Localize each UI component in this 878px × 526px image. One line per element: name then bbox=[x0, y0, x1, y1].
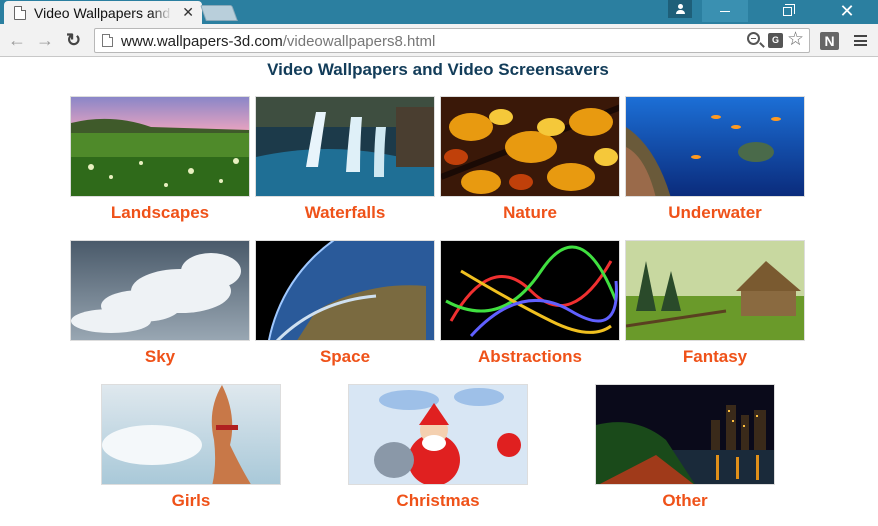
category-tile-waterfalls[interactable]: Waterfalls bbox=[255, 96, 435, 223]
category-link-space[interactable]: Space bbox=[255, 347, 435, 367]
url-host: www.wallpapers-3d.com bbox=[121, 33, 283, 50]
tab-title: Video Wallpapers and Video Screensavers bbox=[34, 4, 172, 21]
browser-toolbar: ← → ↻ www.wallpapers-3d.com/videowallpap… bbox=[0, 24, 878, 57]
restore-button[interactable] bbox=[764, 0, 810, 22]
category-tile-fantasy[interactable]: Fantasy bbox=[625, 240, 805, 367]
abstractions-thumbnail[interactable] bbox=[440, 240, 620, 341]
address-bar[interactable]: www.wallpapers-3d.com/videowallpapers8.h… bbox=[94, 28, 810, 53]
title-bar: Video Wallpapers and Video Screensavers … bbox=[0, 0, 878, 24]
category-link-abstractions[interactable]: Abstractions bbox=[440, 347, 620, 367]
reload-button[interactable]: ↻ bbox=[66, 30, 81, 50]
bookmark-star-icon[interactable]: ☆ bbox=[787, 30, 804, 50]
landscapes-thumbnail[interactable] bbox=[70, 96, 250, 197]
zoom-icon[interactable] bbox=[747, 32, 760, 45]
category-link-fantasy[interactable]: Fantasy bbox=[625, 347, 805, 367]
christmas-thumbnail[interactable] bbox=[348, 384, 528, 485]
page-info-icon[interactable] bbox=[102, 34, 113, 47]
minimize-button[interactable] bbox=[702, 0, 748, 22]
new-tab-button[interactable] bbox=[200, 5, 238, 21]
space-thumbnail[interactable] bbox=[255, 240, 435, 341]
translate-icon[interactable]: G bbox=[768, 33, 783, 48]
category-link-other[interactable]: Other bbox=[595, 491, 775, 511]
extension-icon[interactable]: N bbox=[820, 32, 839, 50]
back-button[interactable]: ← bbox=[8, 30, 26, 50]
waterfalls-thumbnail[interactable] bbox=[255, 96, 435, 197]
other-thumbnail[interactable] bbox=[595, 384, 775, 485]
category-link-christmas[interactable]: Christmas bbox=[348, 491, 528, 511]
underwater-thumbnail[interactable] bbox=[625, 96, 805, 197]
page-icon bbox=[14, 5, 26, 20]
category-tile-underwater[interactable]: Underwater bbox=[625, 96, 805, 223]
category-link-waterfalls[interactable]: Waterfalls bbox=[255, 203, 435, 223]
url-text[interactable]: www.wallpapers-3d.com/videowallpapers8.h… bbox=[121, 33, 435, 50]
category-tile-abstractions[interactable]: Abstractions bbox=[440, 240, 620, 367]
category-link-underwater[interactable]: Underwater bbox=[625, 203, 805, 223]
category-tile-girls[interactable]: Girls bbox=[101, 384, 281, 511]
tab-close-icon[interactable]: ✕ bbox=[182, 4, 194, 20]
browser-menu-icon[interactable] bbox=[854, 35, 867, 46]
forward-button[interactable]: → bbox=[36, 30, 54, 50]
page-content: Video Wallpapers and Video Screensavers … bbox=[0, 58, 878, 526]
sky-thumbnail[interactable] bbox=[70, 240, 250, 341]
girls-thumbnail[interactable] bbox=[101, 384, 281, 485]
category-tile-sky[interactable]: Sky bbox=[70, 240, 250, 367]
fantasy-thumbnail[interactable] bbox=[625, 240, 805, 341]
category-link-girls[interactable]: Girls bbox=[101, 491, 281, 511]
restore-icon bbox=[782, 3, 795, 16]
close-window-button[interactable]: ✕ bbox=[824, 0, 870, 22]
page-title: Video Wallpapers and Video Screensavers bbox=[267, 60, 609, 79]
category-tile-landscapes[interactable]: Landscapes bbox=[70, 96, 250, 223]
category-tile-other[interactable]: Other bbox=[595, 384, 775, 511]
user-profile-icon[interactable] bbox=[668, 0, 692, 18]
category-tile-nature[interactable]: Nature bbox=[440, 96, 620, 223]
minimize-icon bbox=[720, 10, 730, 12]
url-path: /videowallpapers8.html bbox=[282, 33, 436, 50]
category-link-landscapes[interactable]: Landscapes bbox=[70, 203, 250, 223]
category-tile-christmas[interactable]: Christmas bbox=[348, 384, 528, 511]
tab-active[interactable]: Video Wallpapers and Video Screensavers … bbox=[4, 1, 202, 24]
category-tile-space[interactable]: Space bbox=[255, 240, 435, 367]
category-link-nature[interactable]: Nature bbox=[440, 203, 620, 223]
category-link-sky[interactable]: Sky bbox=[70, 347, 250, 367]
nature-thumbnail[interactable] bbox=[440, 96, 620, 197]
